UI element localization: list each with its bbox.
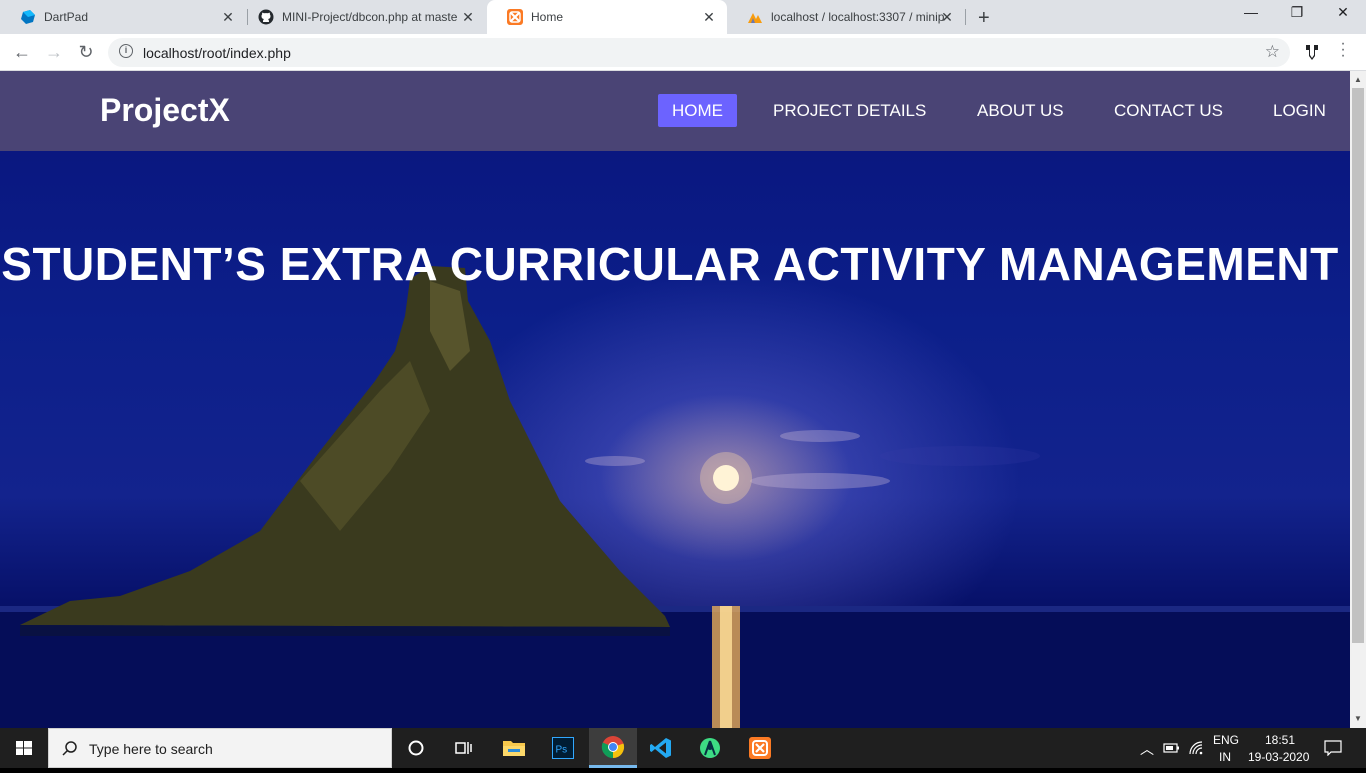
- task-view-icon: [455, 742, 472, 754]
- tab-home[interactable]: Home ✕: [487, 0, 727, 34]
- svg-text:Ps: Ps: [556, 745, 568, 756]
- clock-time[interactable]: 18:51: [1265, 733, 1295, 747]
- minimize-icon[interactable]: —: [1228, 4, 1274, 20]
- browser-toolbar: ← → ↻ i localhost/root/index.php ☆ · · ·: [0, 34, 1366, 71]
- tab-title: MINI-Project/dbcon.php at maste: [282, 10, 458, 24]
- cloud-wisps: [585, 430, 1040, 489]
- tab-github[interactable]: MINI-Project/dbcon.php at maste ✕: [238, 0, 486, 34]
- windows-taskbar: Type here to search Ps ︿ ENG IN 18:51 19…: [0, 728, 1366, 768]
- cortana-button[interactable]: [392, 728, 440, 768]
- phpmyadmin-icon: [748, 13, 762, 23]
- tab-title: DartPad: [44, 10, 89, 24]
- moon-reflection: [712, 606, 740, 728]
- vscode-icon: [650, 738, 671, 758]
- search-icon: [62, 741, 77, 756]
- restore-icon[interactable]: ❐: [1274, 4, 1320, 21]
- cortana-icon: [408, 740, 424, 756]
- hero-banner: STUDENT’S EXTRA CURRICULAR ACTIVITY MANA…: [0, 151, 1350, 728]
- nav-login[interactable]: LOGIN: [1259, 94, 1340, 127]
- page-scrollbar[interactable]: ▲ ▼: [1350, 71, 1366, 728]
- tab-divider: [965, 9, 966, 25]
- taskbar-vscode[interactable]: [637, 728, 685, 768]
- battery-icon[interactable]: [1163, 741, 1181, 755]
- close-tab-icon[interactable]: ✕: [939, 9, 955, 26]
- wifi-icon[interactable]: [1188, 740, 1204, 756]
- tab-phpmyadmin[interactable]: localhost / localhost:3307 / minip ✕: [727, 0, 965, 34]
- taskbar-android-studio[interactable]: [686, 728, 734, 768]
- bookmark-star-icon[interactable]: ☆: [1265, 42, 1280, 62]
- start-button[interactable]: [0, 728, 48, 768]
- scroll-down-icon[interactable]: ▼: [1354, 714, 1362, 723]
- nav-home[interactable]: HOME: [658, 94, 737, 127]
- close-tab-icon[interactable]: ✕: [701, 9, 717, 26]
- dartpad-icon: [21, 10, 35, 24]
- extension-icon[interactable]: [1302, 42, 1322, 62]
- scrollbar-thumb[interactable]: [1352, 88, 1364, 643]
- back-icon[interactable]: ←: [12, 42, 32, 63]
- github-icon: [258, 9, 274, 25]
- site-navbar: ProjectX HOME PROJECT DETAILS ABOUT US C…: [0, 71, 1350, 151]
- hero-title: STUDENT’S EXTRA CURRICULAR ACTIVITY MANA…: [1, 238, 1339, 290]
- forward-icon[interactable]: →: [44, 42, 64, 63]
- close-tab-icon[interactable]: ✕: [220, 9, 236, 26]
- scroll-up-icon[interactable]: ▲: [1354, 75, 1362, 84]
- chrome-icon: [601, 735, 625, 758]
- clock-date[interactable]: 19-03-2020: [1248, 750, 1309, 764]
- task-view-button[interactable]: [440, 728, 488, 768]
- web-page: ProjectX HOME PROJECT DETAILS ABOUT US C…: [0, 71, 1350, 728]
- tab-title: localhost / localhost:3307 / minip: [771, 10, 945, 24]
- xampp-icon: [749, 737, 771, 759]
- show-hidden-icons-chevron-icon[interactable]: ︿: [1140, 739, 1154, 759]
- taskbar-search-box[interactable]: Type here to search: [48, 728, 392, 768]
- close-window-icon[interactable]: ✕: [1320, 4, 1366, 21]
- reload-icon[interactable]: ↻: [76, 42, 96, 63]
- taskbar-file-explorer[interactable]: [490, 728, 538, 768]
- taskbar-xampp[interactable]: [736, 728, 784, 768]
- language-indicator-bottom[interactable]: IN: [1219, 750, 1231, 764]
- taskbar-photoshop[interactable]: Ps: [539, 728, 587, 768]
- notification-center-icon[interactable]: [1324, 740, 1342, 756]
- tab-dartpad[interactable]: DartPad ✕: [0, 0, 246, 34]
- file-explorer-icon: [503, 741, 525, 756]
- nav-project-details[interactable]: PROJECT DETAILS: [759, 94, 940, 127]
- photoshop-icon: Ps: [552, 737, 574, 759]
- taskbar-chrome[interactable]: [589, 728, 637, 768]
- search-placeholder: Type here to search: [89, 741, 213, 757]
- new-tab-button[interactable]: +: [978, 7, 990, 30]
- moon: [713, 465, 739, 491]
- android-studio-icon: [700, 738, 720, 758]
- browser-tab-strip: DartPad ✕ MINI-Project/dbcon.php at mast…: [0, 0, 1366, 34]
- nav-contact-us[interactable]: CONTACT US: [1100, 94, 1237, 127]
- tab-title: Home: [531, 10, 564, 24]
- nav-about-us[interactable]: ABOUT US: [963, 94, 1078, 127]
- windows-logo-icon: [16, 741, 32, 755]
- xampp-icon: [507, 9, 523, 25]
- browser-menu-icon[interactable]: · · ·: [1338, 36, 1348, 64]
- address-bar[interactable]: i localhost/root/index.php ☆: [108, 38, 1290, 67]
- url-text[interactable]: localhost/root/index.php: [143, 45, 291, 61]
- site-brand[interactable]: ProjectX: [100, 92, 230, 129]
- close-tab-icon[interactable]: ✕: [460, 9, 476, 26]
- language-indicator-top[interactable]: ENG: [1213, 733, 1239, 747]
- site-info-icon[interactable]: i: [119, 44, 133, 58]
